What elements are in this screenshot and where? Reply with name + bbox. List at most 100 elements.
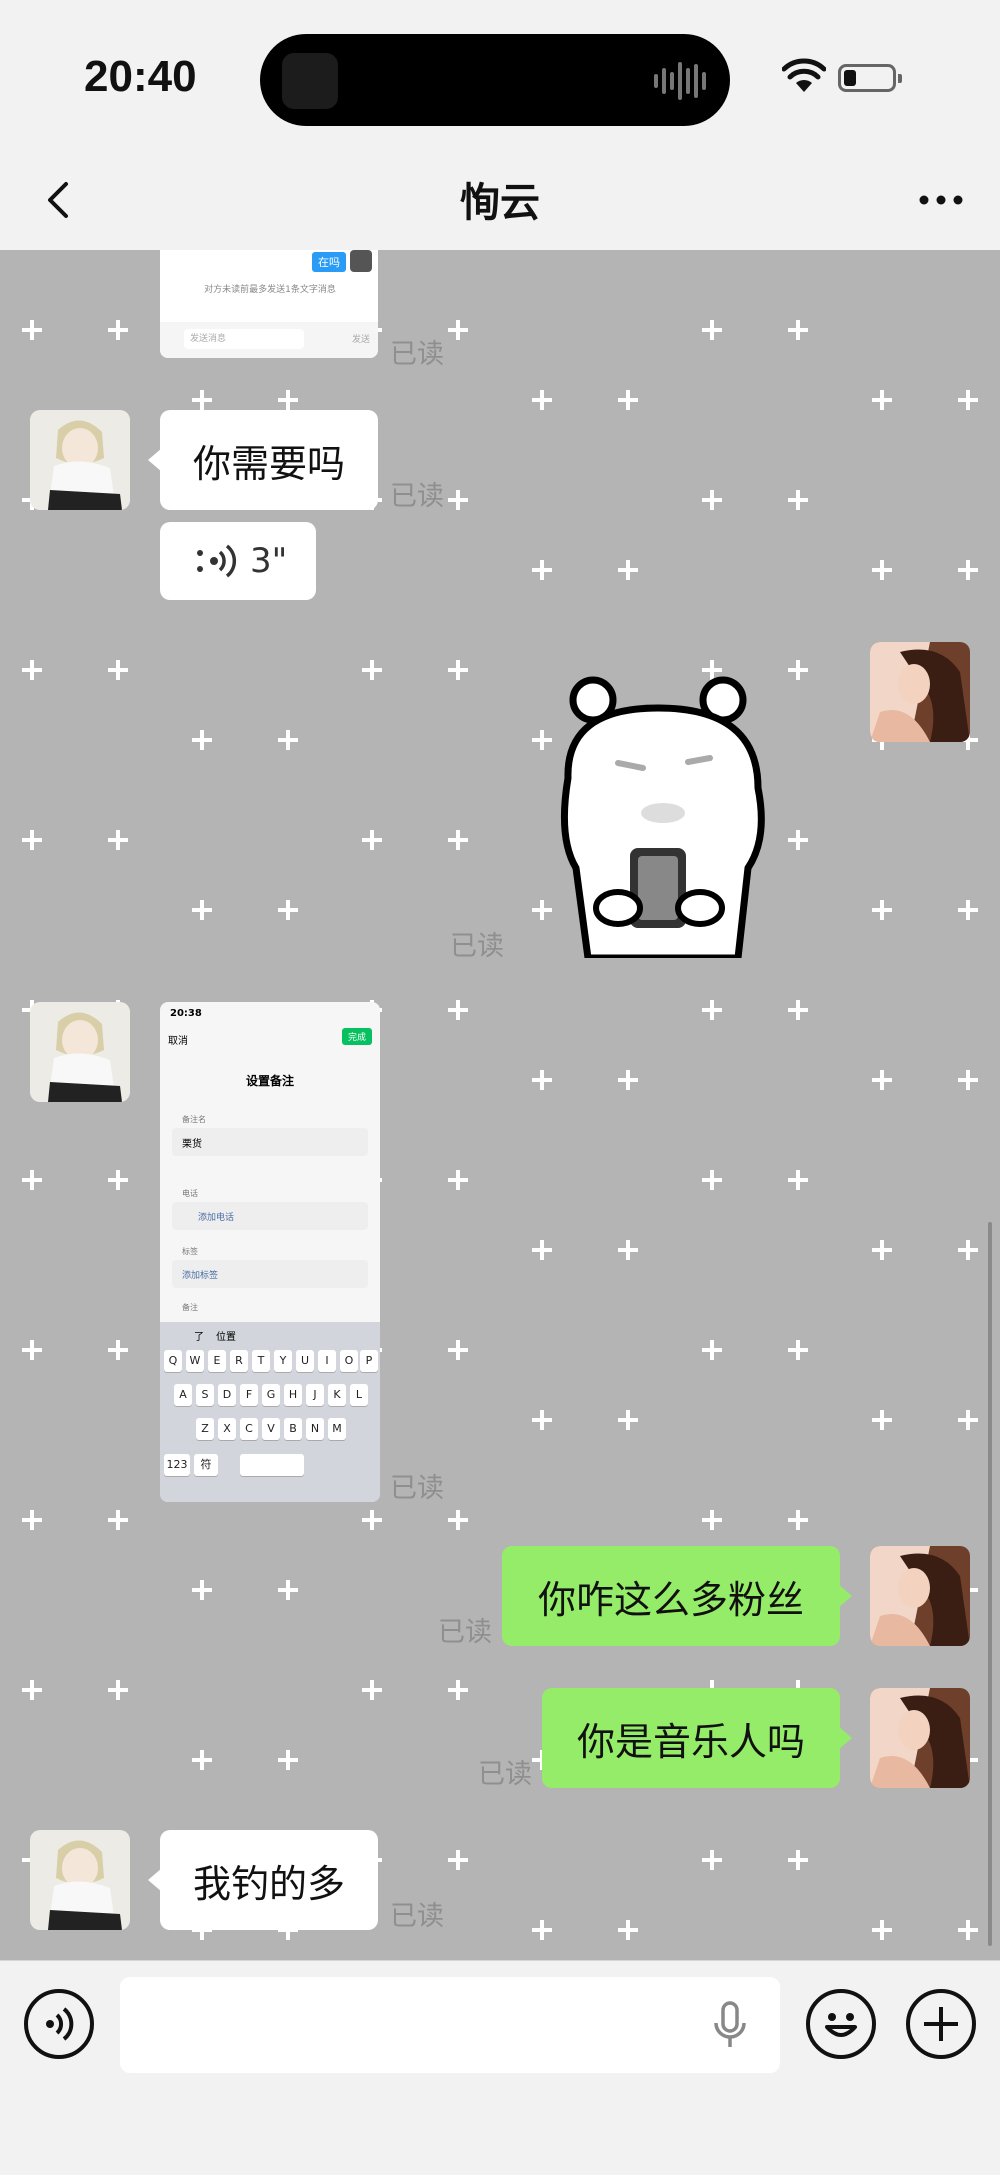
dynamic-island (260, 34, 730, 126)
scrollbar[interactable] (988, 1222, 992, 1946)
voice-duration: 3" (250, 541, 288, 581)
more-icon[interactable] (906, 172, 976, 228)
shot-title: 设置备注 (245, 1074, 294, 1088)
read-status: 已读 (390, 1473, 444, 1504)
shot-sugg1: 了 (194, 1332, 204, 1343)
shot-key: A (174, 1384, 192, 1406)
screenshot-notice: 对方未读前最多发送1条文字消息 (204, 285, 336, 295)
plus-button[interactable] (906, 1989, 976, 2059)
shot-key: W (186, 1350, 204, 1372)
shot-key: J (306, 1384, 324, 1406)
shot-key: I (318, 1350, 336, 1372)
avatar-self[interactable] (870, 642, 970, 742)
message-bubble[interactable]: 你需要吗 (148, 410, 378, 510)
battery-icon (838, 64, 902, 92)
read-status: 已读 (390, 339, 444, 370)
shot-key: Y (274, 1350, 292, 1372)
emoji-button[interactable] (806, 1989, 876, 2059)
chat-title: 恂云 (460, 180, 540, 226)
shot-key: F (240, 1384, 258, 1406)
shot-cancel: 取消 (168, 1036, 188, 1047)
contact-avatar-image (30, 1002, 130, 1102)
shot-key: S (196, 1384, 214, 1406)
shot-key: O (340, 1350, 358, 1372)
shot-key: G (262, 1384, 280, 1406)
shot-time: 20:38 (170, 1008, 202, 1019)
image-message-1[interactable]: 在吗 对方未读前最多发送1条文字消息 发送消息 发送 (160, 250, 378, 358)
image-message-2[interactable]: 20:38 取消 完成 设置备注 备注名 栗货 电话 添加电话 标签 添加标签 … (160, 1002, 380, 1502)
shot-key-sym: 符 (194, 1454, 218, 1476)
shot-sugg2: 位置 (216, 1332, 236, 1343)
voice-mode-button[interactable] (24, 1989, 94, 2059)
shot-key: D (218, 1384, 236, 1406)
sticker-bear-phone[interactable] (548, 668, 788, 958)
wifi-icon (782, 58, 826, 92)
emoji-icon (825, 2013, 857, 2037)
avatar-contact[interactable] (30, 1002, 130, 1102)
shot-key: V (262, 1418, 280, 1440)
read-status: 已读 (478, 1759, 532, 1790)
screenshot-avatar (350, 250, 372, 272)
shot-key: E (208, 1350, 226, 1372)
read-status: 已读 (438, 1617, 492, 1648)
screenshot-input: 发送消息 (184, 329, 304, 349)
shot-add-phone: 添加电话 (198, 1213, 235, 1223)
screenshot-tag: 在吗 (312, 252, 346, 272)
shot-key: U (296, 1350, 314, 1372)
voice-message[interactable]: 3" (160, 522, 316, 600)
shot-remark-label: 备注名 (182, 1115, 206, 1124)
message-bubble[interactable]: 我钓的多 (148, 1830, 378, 1930)
shot-key: M (328, 1418, 346, 1440)
read-status: 已读 (390, 481, 444, 512)
shot-key: T (252, 1350, 270, 1372)
shot-phone-field: 添加电话 (172, 1202, 368, 1230)
read-status: 已读 (390, 1901, 444, 1932)
shot-key: B (284, 1418, 302, 1440)
shot-remark-value: 栗货 (182, 1139, 202, 1150)
self-avatar-image (870, 1546, 970, 1646)
shot-key: X (218, 1418, 236, 1440)
shot-key: C (240, 1418, 258, 1440)
voice-mode-icon (46, 2007, 74, 2041)
avatar-self[interactable] (870, 1688, 970, 1788)
chat-area[interactable]: 在吗 对方未读前最多发送1条文字消息 发送消息 发送 已读 你需要吗 已读 3" (0, 250, 1000, 1960)
shot-key-space (240, 1454, 304, 1476)
shot-tag-label: 标签 (182, 1247, 198, 1256)
avatar-contact[interactable] (30, 410, 130, 510)
mic-icon[interactable] (710, 2001, 750, 2051)
self-avatar-image (870, 1688, 970, 1788)
message-bubble[interactable]: 你是音乐人吗 (542, 1688, 852, 1788)
input-bar (0, 1960, 1000, 2175)
avatar-contact[interactable] (30, 1830, 130, 1930)
shot-add-tag: 添加标签 (182, 1271, 219, 1281)
shot-key: K (328, 1384, 346, 1406)
shot-tag-field: 添加标签 (172, 1260, 368, 1288)
shot-key-123: 123 (164, 1454, 190, 1476)
voice-wave-icon (197, 544, 237, 578)
read-status: 已读 (450, 931, 504, 962)
contact-avatar-image (30, 1830, 130, 1930)
shot-key: P (360, 1350, 378, 1372)
shot-key: R (230, 1350, 248, 1372)
chat-header: 恂云 (0, 150, 1000, 251)
shot-remark-field: 栗货 (172, 1128, 368, 1156)
shot-phone-label: 电话 (182, 1189, 198, 1198)
chat-background-pattern (0, 250, 1000, 1960)
audio-wave-icon (654, 62, 706, 100)
status-time: 20:40 (84, 52, 197, 101)
shot-key: Z (196, 1418, 214, 1440)
recording-app-icon (282, 53, 338, 109)
contact-avatar-image (30, 410, 130, 510)
self-avatar-image (870, 642, 970, 742)
message-bubble[interactable]: 你咋这么多粉丝 (502, 1546, 852, 1646)
shot-done: 完成 (342, 1028, 373, 1045)
plus-icon (924, 2007, 958, 2041)
shot-key: N (306, 1418, 324, 1440)
avatar-self[interactable] (870, 1546, 970, 1646)
shot-keyboard: 了 位置 Q W E R T Y U I O P A S D F G H J K… (160, 1322, 380, 1502)
shot-key: H (284, 1384, 302, 1406)
screenshot-input-row: 发送消息 发送 (160, 322, 378, 358)
message-input[interactable] (120, 1977, 780, 2073)
shot-key: L (350, 1384, 368, 1406)
status-bar: 20:40 (0, 0, 1000, 150)
